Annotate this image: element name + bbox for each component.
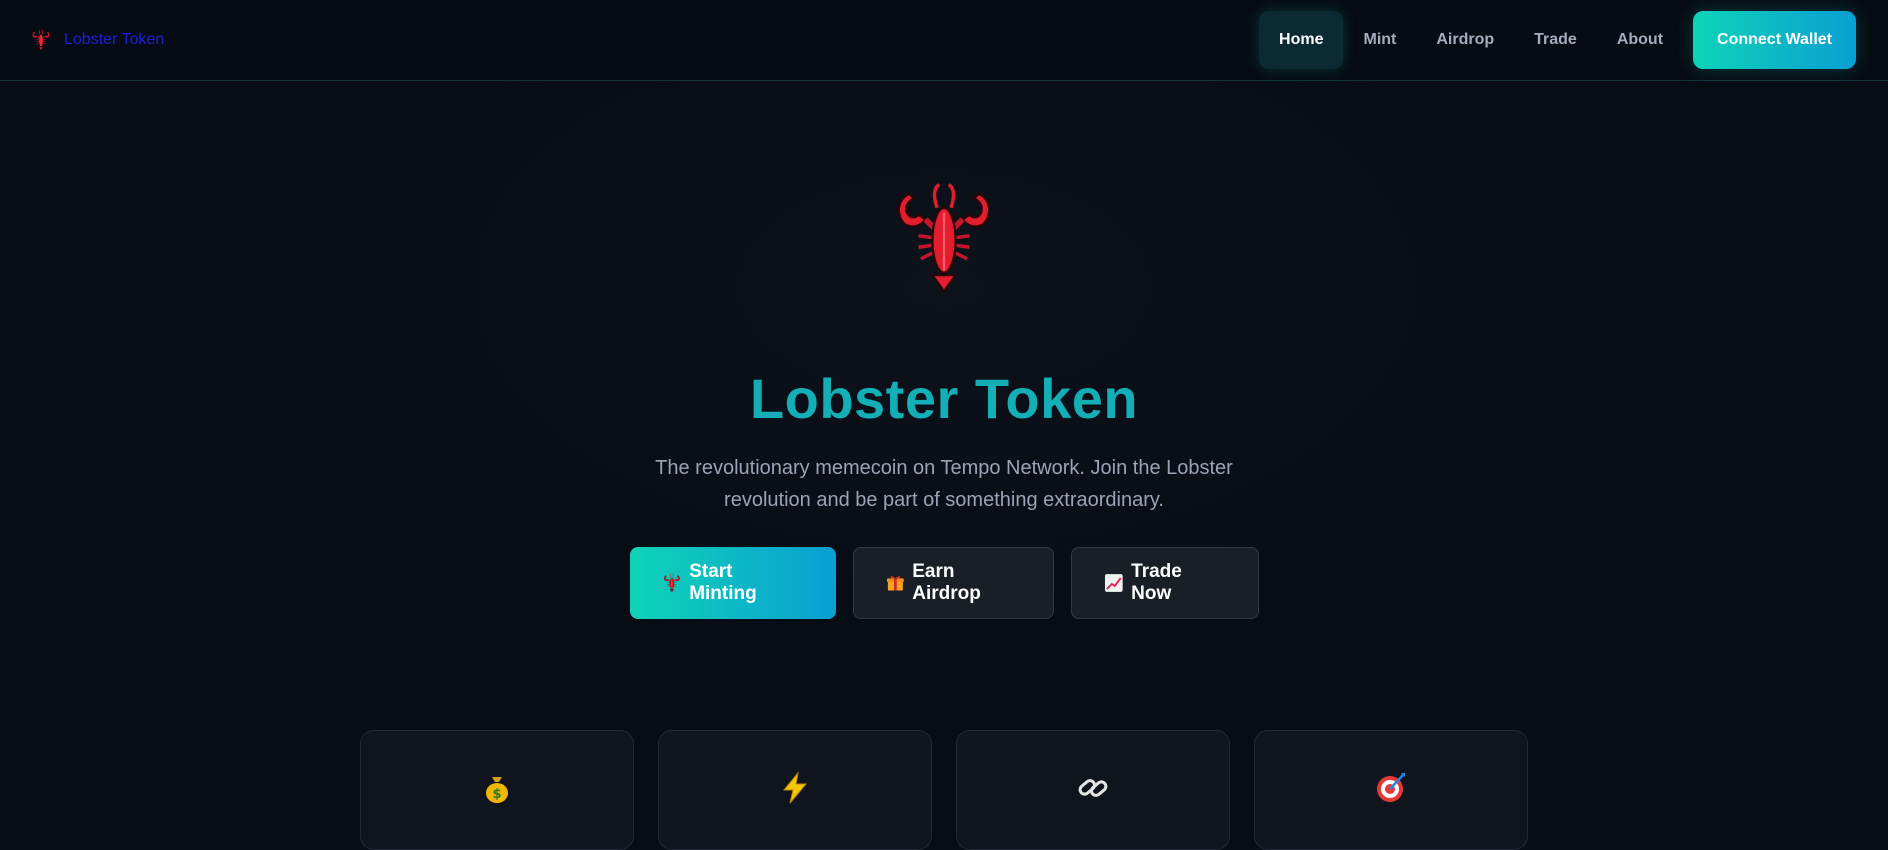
svg-text:$: $ bbox=[492, 787, 501, 802]
nav-link-home[interactable]: Home bbox=[1259, 11, 1344, 69]
nav-link-trade[interactable]: Trade bbox=[1514, 11, 1597, 69]
lightning-icon bbox=[782, 771, 808, 804]
hero-subtitle: The revolutionary memecoin on Tempo Netw… bbox=[655, 457, 1233, 511]
link-icon bbox=[1078, 779, 1108, 797]
nav-link-about[interactable]: About bbox=[1597, 11, 1683, 69]
nav-link-mint[interactable]: Mint bbox=[1343, 11, 1416, 69]
trade-now-label: Trade Now bbox=[1131, 561, 1182, 604]
chart-increasing-icon bbox=[1104, 574, 1123, 592]
feature-cards: $ bbox=[360, 730, 1528, 850]
nav-link-airdrop[interactable]: Airdrop bbox=[1416, 11, 1514, 69]
brand-logo[interactable]: Lobster Token bbox=[30, 27, 164, 53]
connect-wallet-button[interactable]: Connect Wallet bbox=[1693, 11, 1856, 69]
feature-card: $ bbox=[360, 730, 634, 850]
lobster-icon bbox=[30, 29, 52, 51]
nav-links: Home Mint Airdrop Trade About Connect Wa… bbox=[1259, 11, 1856, 69]
gift-icon bbox=[886, 576, 904, 591]
start-minting-label: Start Minting bbox=[689, 561, 757, 604]
hero-title: Lobster Token bbox=[749, 367, 1139, 430]
feature-card bbox=[1254, 730, 1528, 850]
earn-airdrop-label: Earn Airdrop bbox=[912, 561, 981, 604]
lobster-icon bbox=[662, 573, 682, 593]
feature-card bbox=[956, 730, 1230, 850]
earn-airdrop-button[interactable]: Earn Airdrop bbox=[852, 547, 1054, 619]
top-navbar: Lobster Token Home Mint Airdrop Trade Ab… bbox=[0, 0, 1888, 81]
trade-now-button[interactable]: Trade Now bbox=[1070, 547, 1259, 619]
brand-name[interactable]: Lobster Token bbox=[64, 31, 164, 49]
money-bag-icon: $ bbox=[486, 777, 508, 803]
start-minting-button[interactable]: Start Minting bbox=[629, 547, 836, 619]
target-icon bbox=[1377, 773, 1405, 802]
lobster-icon bbox=[886, 180, 1002, 296]
feature-card bbox=[658, 730, 932, 850]
cta-buttons: Start Minting Earn Airdrop Trade Now bbox=[0, 547, 1888, 619]
